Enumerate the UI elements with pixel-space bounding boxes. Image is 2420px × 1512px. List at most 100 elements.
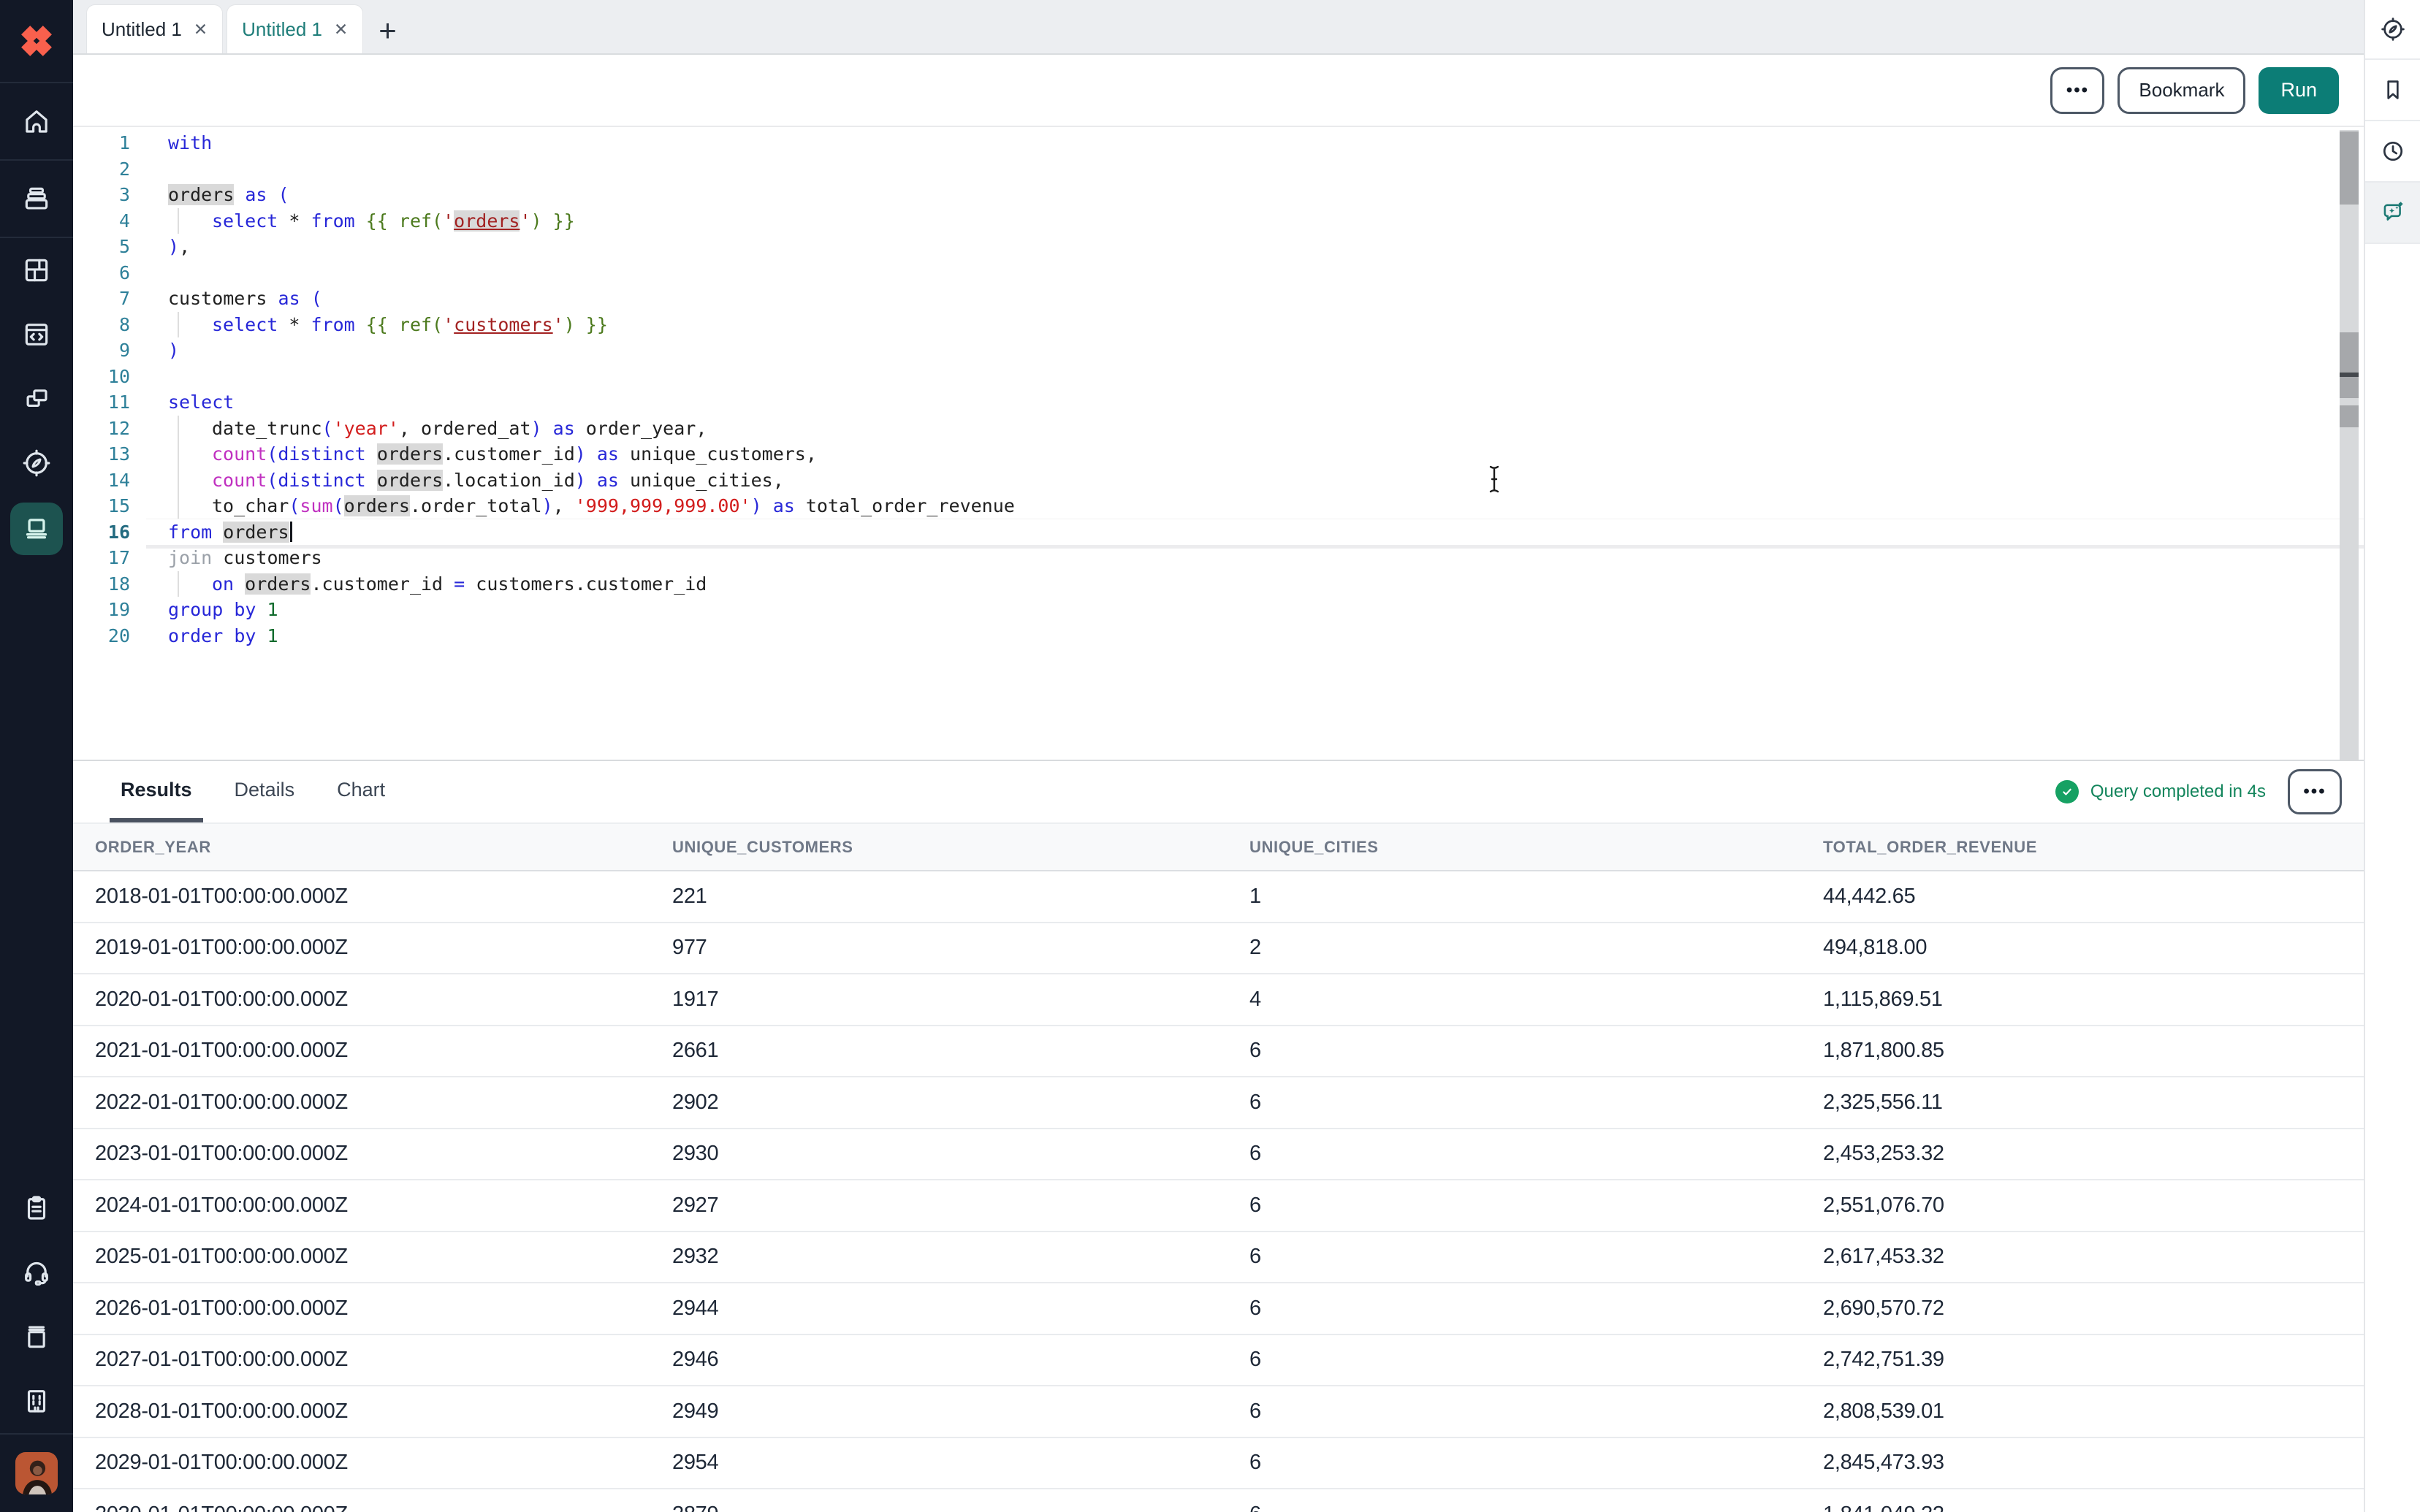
column-header[interactable]: TOTAL_ORDER_REVENUE xyxy=(1823,838,2364,857)
code-line[interactable]: ), xyxy=(146,234,2364,260)
code-token: as xyxy=(278,288,300,309)
table-cell: 6 xyxy=(1249,1091,1823,1115)
table-cell: 2027-01-01T00:00:00.000Z xyxy=(95,1348,672,1372)
sidebar-projects-button[interactable] xyxy=(0,161,73,237)
code-line[interactable]: select * from {{ ref('orders') }} xyxy=(146,208,2364,234)
code-token: as xyxy=(773,495,795,516)
table-cell: 494,818.00 xyxy=(1823,936,2364,960)
tab-untitled-1-active[interactable]: Untitled 1 ✕ xyxy=(86,4,223,53)
line-number: 17 xyxy=(73,545,130,571)
sidebar-organization-button[interactable] xyxy=(0,1369,73,1433)
editor-scrollbar[interactable] xyxy=(2340,130,2359,761)
code-token: order xyxy=(168,625,223,646)
tab-details[interactable]: Details xyxy=(224,761,306,822)
code-line[interactable]: to_char(sum(orders.order_total), '999,99… xyxy=(146,493,2364,519)
indent-guide xyxy=(178,571,179,597)
sql-editor[interactable]: 1234567891011121314151617181920 with orde… xyxy=(73,127,2364,760)
hex-logo[interactable] xyxy=(0,0,73,82)
line-number: 18 xyxy=(73,571,130,597)
table-cell: 2021-01-01T00:00:00.000Z xyxy=(95,1039,672,1063)
code-area[interactable]: withorders as (select * from {{ ref('ord… xyxy=(146,130,2364,760)
code-token: ( xyxy=(289,495,300,516)
code-line[interactable]: ) xyxy=(146,337,2364,364)
sidebar-compute-active-item[interactable] xyxy=(0,495,73,562)
more-options-button[interactable]: ••• xyxy=(2050,67,2104,114)
table-cell: 1 xyxy=(1249,885,1823,909)
column-header[interactable]: UNIQUE_CUSTOMERS xyxy=(672,838,1249,857)
windows-overlap-icon xyxy=(21,383,52,414)
tab-close-icon[interactable]: ✕ xyxy=(194,21,208,38)
code-token xyxy=(762,495,773,516)
code-line[interactable]: join customers xyxy=(146,545,2364,571)
results-table-header: ORDER_YEARUNIQUE_CUSTOMERSUNIQUE_CITIEST… xyxy=(73,824,2364,871)
tab-untitled-1-preview[interactable]: Untitled 1 ✕ xyxy=(227,4,363,53)
code-line[interactable]: on orders.customer_id = customers.custom… xyxy=(146,571,2364,597)
sidebar-changelog-button[interactable] xyxy=(0,1176,73,1240)
tab-results[interactable]: Results xyxy=(110,761,203,822)
code-token: , xyxy=(553,495,575,516)
line-number: 15 xyxy=(73,493,130,519)
column-header[interactable]: ORDER_YEAR xyxy=(95,838,672,857)
results-panel: Results Details Chart Query completed in… xyxy=(73,760,2364,1512)
code-line[interactable]: customers as ( xyxy=(146,286,2364,312)
code-token: , xyxy=(179,236,190,257)
code-token: .order_total xyxy=(410,495,542,516)
table-cell: 2954 xyxy=(672,1451,1249,1475)
code-line[interactable]: select xyxy=(146,389,2364,416)
rail-bookmarks-button[interactable] xyxy=(2365,60,2420,121)
line-number-gutter: 1234567891011121314151617181920 xyxy=(73,130,146,760)
code-token: distinct xyxy=(278,443,365,465)
code-token xyxy=(223,625,234,646)
code-token: ' xyxy=(443,210,454,232)
scrollbar-mark xyxy=(2340,131,2359,205)
rail-ai-assistant-button[interactable] xyxy=(2365,183,2420,244)
code-line[interactable]: count(distinct orders.location_id) as un… xyxy=(146,467,2364,494)
code-line[interactable]: orders as ( xyxy=(146,182,2364,208)
code-line[interactable] xyxy=(146,156,2364,183)
code-line[interactable]: date_trunc('year', ordered_at) as order_… xyxy=(146,416,2364,442)
code-line[interactable] xyxy=(146,364,2364,390)
rail-explore-button[interactable] xyxy=(2365,0,2420,60)
column-header[interactable]: UNIQUE_CITIES xyxy=(1249,838,1823,857)
run-button[interactable]: Run xyxy=(2259,67,2339,114)
bookmark-button[interactable]: Bookmark xyxy=(2118,67,2245,114)
code-token: from xyxy=(311,314,354,335)
table-row: 2026-01-01T00:00:00.000Z294462,690,570.7… xyxy=(73,1283,2364,1335)
new-tab-button[interactable]: + xyxy=(367,15,413,53)
code-token: ' xyxy=(553,314,564,335)
sidebar-docs-button[interactable] xyxy=(0,1305,73,1369)
table-cell: 2927 xyxy=(672,1194,1249,1218)
sidebar-explore-button[interactable] xyxy=(0,431,73,495)
code-token: sum xyxy=(300,495,332,516)
code-token: on xyxy=(212,573,234,595)
code-line[interactable]: from orders xyxy=(146,519,2364,546)
sidebar-code-view-button[interactable] xyxy=(0,302,73,367)
check-circle-icon xyxy=(2055,780,2079,803)
tab-close-icon[interactable]: ✕ xyxy=(334,21,348,38)
code-line[interactable]: group by 1 xyxy=(146,597,2364,623)
code-line[interactable]: count(distinct orders.customer_id) as un… xyxy=(146,441,2364,467)
code-line[interactable]: order by 1 xyxy=(146,623,2364,649)
code-line[interactable]: with xyxy=(146,130,2364,156)
code-token: ' xyxy=(520,210,530,232)
code-line[interactable]: select * from {{ ref('customers') }} xyxy=(146,312,2364,338)
user-avatar[interactable] xyxy=(0,1435,73,1512)
tab-label: Untitled 1 xyxy=(102,18,182,41)
code-token: orders xyxy=(168,184,234,205)
code-token: ( xyxy=(267,443,278,465)
table-cell: 1,841,049.32 xyxy=(1823,1503,2364,1512)
sidebar-apps-button[interactable] xyxy=(0,367,73,431)
tab-chart[interactable]: Chart xyxy=(326,761,396,822)
results-more-options-button[interactable]: ••• xyxy=(2288,769,2342,814)
tab-bar: Untitled 1 ✕ Untitled 1 ✕ + xyxy=(73,0,2364,55)
table-cell: 2029-01-01T00:00:00.000Z xyxy=(95,1451,672,1475)
sidebar-home-button[interactable] xyxy=(0,83,73,159)
indent-guide xyxy=(178,312,179,338)
rail-history-button[interactable] xyxy=(2365,121,2420,183)
home-icon xyxy=(21,106,52,137)
sidebar-support-button[interactable] xyxy=(0,1240,73,1305)
sidebar-dashboard-button[interactable] xyxy=(0,238,73,302)
line-number: 9 xyxy=(73,337,130,364)
line-number: 14 xyxy=(73,467,130,494)
code-line[interactable] xyxy=(146,260,2364,286)
